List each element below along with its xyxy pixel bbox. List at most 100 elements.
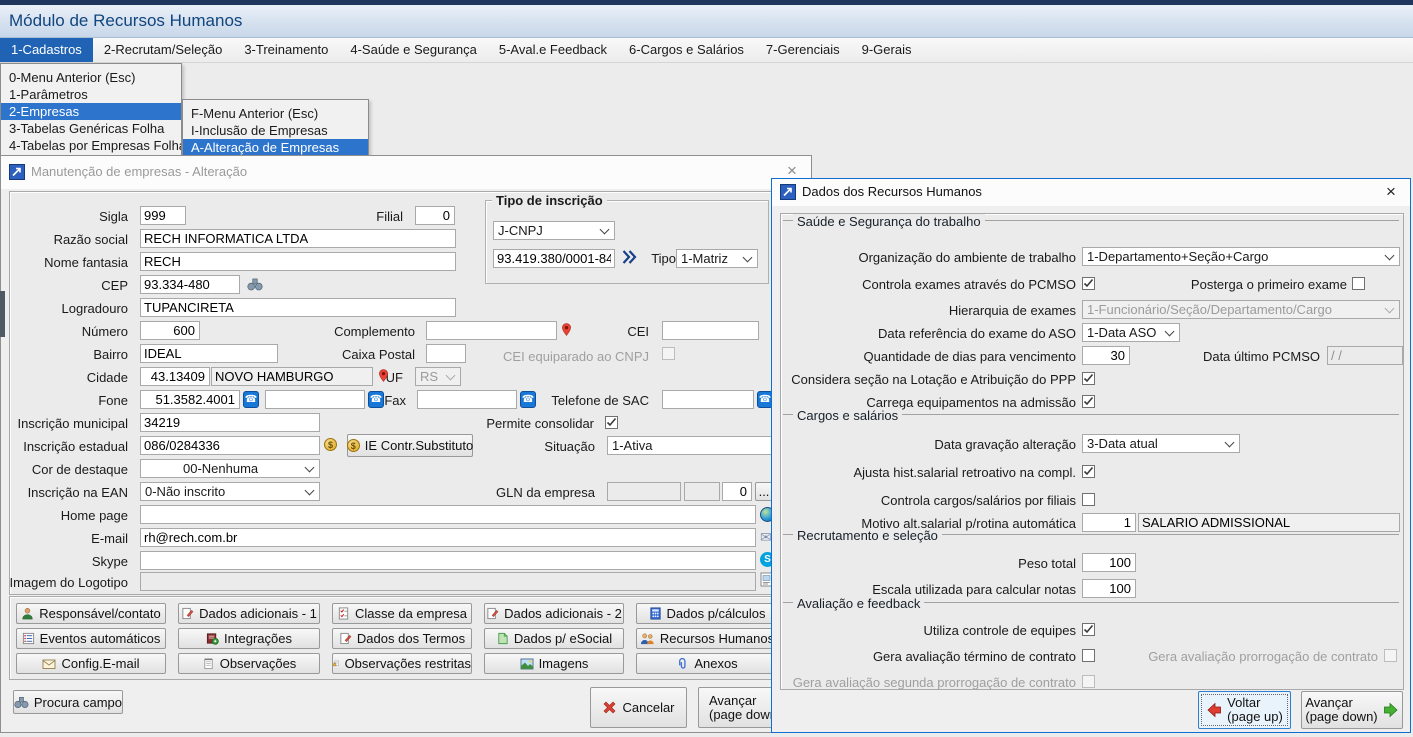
complemento-field[interactable] <box>426 321 557 340</box>
tipo-inscricao-select[interactable]: J-CNPJ <box>493 221 615 240</box>
fone2-field[interactable] <box>265 390 365 409</box>
mail-icon[interactable]: ✉ <box>760 530 772 544</box>
bairro-field[interactable] <box>140 344 278 363</box>
window-titlebar[interactable]: Módulo de Recursos Humanos <box>0 5 1413 38</box>
coin-icon[interactable]: $ <box>324 438 337 451</box>
dados-calculos-button[interactable]: Dados p/cálculos <box>636 603 778 624</box>
dados-adicionais-2-button[interactable]: Dados adicionais - 2 <box>484 603 624 624</box>
phone-dial-icon[interactable]: ☎ <box>243 391 259 408</box>
fone-field[interactable] <box>140 390 240 409</box>
imagens-button[interactable]: Imagens <box>484 653 624 674</box>
observacoes-button[interactable]: Observações <box>178 653 320 674</box>
menu-treinamento[interactable]: 3-Treinamento <box>233 38 339 62</box>
procura-campo-button[interactable]: Procura campo <box>13 690 123 714</box>
posterga-checkbox[interactable] <box>1352 277 1365 290</box>
controla-filiais-checkbox[interactable] <box>1082 493 1095 506</box>
menu-item-tabelas-genericas[interactable]: 3-Tabelas Genéricas Folha <box>1 120 181 137</box>
dialog-title: Manutenção de empresas - Alteração <box>31 156 247 188</box>
cor-destaque-select[interactable]: 00-Nenhuma <box>140 459 320 478</box>
menu-item-menu-anterior-f[interactable]: F-Menu Anterior (Esc) <box>183 105 368 122</box>
menu-gerais[interactable]: 9-Gerais <box>851 38 923 62</box>
skype-field[interactable] <box>140 551 756 570</box>
menu-cadastros[interactable]: 1-Cadastros <box>0 38 93 62</box>
tipo-matriz-select[interactable]: 1-Matriz <box>676 249 758 268</box>
menu-item-parametros[interactable]: 1-Parâmetros <box>1 86 181 103</box>
map-pin-icon[interactable] <box>561 322 572 337</box>
menu-recrutam-selecao[interactable]: 2-Recrutam/Seleção <box>93 38 234 62</box>
dados-esocial-button[interactable]: Dados p/ eSocial <box>484 628 624 649</box>
dados-adicionais-1-button[interactable]: Dados adicionais - 1 <box>178 603 320 624</box>
receita-federal-icon[interactable] <box>622 250 637 264</box>
cei-field[interactable] <box>662 321 759 340</box>
menu-gerenciais[interactable]: 7-Gerenciais <box>755 38 851 62</box>
considera-secao-checkbox[interactable] <box>1082 372 1095 385</box>
permite-consolidar-checkbox[interactable] <box>605 416 618 429</box>
cei-equiparado-checkbox <box>662 347 675 360</box>
menu-cargos-salarios[interactable]: 6-Cargos e Salários <box>618 38 755 62</box>
menu-item-inclusao-empresas[interactable]: I-Inclusão de Empresas <box>183 122 368 139</box>
cnpj-field[interactable] <box>493 249 615 268</box>
menu-panel-cadastros: 0-Menu Anterior (Esc) 1-Parâmetros 2-Emp… <box>0 63 182 156</box>
fax-field[interactable] <box>417 390 517 409</box>
dialog-titlebar[interactable]: Dados dos Recursos Humanos × <box>772 179 1410 206</box>
menu-item-alteracao-empresas[interactable]: A-Alteração de Empresas <box>183 139 368 156</box>
escala-notas-field[interactable] <box>1082 579 1136 598</box>
gln-field-3[interactable] <box>722 482 752 501</box>
binoculars-icon[interactable] <box>247 278 263 291</box>
data-gravacao-select[interactable]: 3-Data atual <box>1082 434 1240 453</box>
cidade-codigo-field[interactable] <box>140 367 210 386</box>
email-field[interactable] <box>140 528 756 547</box>
responsavel-contato-button[interactable]: Responsável/contato <box>16 603 166 624</box>
quantidade-dias-field[interactable] <box>1082 346 1130 365</box>
close-icon[interactable]: × <box>1380 181 1402 203</box>
carrega-equipamentos-checkbox[interactable] <box>1082 395 1095 408</box>
motivo-codigo-field[interactable] <box>1082 513 1136 532</box>
cep-field[interactable] <box>140 275 240 294</box>
classe-empresa-button[interactable]: Classe da empresa <box>332 603 472 624</box>
map-pin-icon[interactable] <box>378 368 389 383</box>
controla-pcmso-checkbox[interactable] <box>1082 277 1095 290</box>
integracoes-button[interactable]: Integrações <box>178 628 320 649</box>
telefone-sac-field[interactable] <box>662 390 754 409</box>
caixa-postal-field[interactable] <box>426 344 466 363</box>
avaliacao-termino-checkbox[interactable] <box>1082 649 1095 662</box>
phone-dial-icon[interactable]: ☎ <box>368 391 384 408</box>
voltar-button[interactable]: Voltar(page up) <box>1198 691 1291 729</box>
cancelar-button[interactable]: Cancelar <box>590 687 687 728</box>
menu-saude-seguranca[interactable]: 4-Saúde e Segurança <box>339 38 487 62</box>
nome-fantasia-label: Nome fantasia <box>44 254 128 271</box>
razao-social-field[interactable] <box>140 229 456 248</box>
ie-contr-substituto-button[interactable]: $ IE Contr.Substituto <box>347 434 473 457</box>
home-page-field[interactable] <box>140 505 756 524</box>
inscricao-ean-select[interactable]: 0-Não inscrito <box>140 482 320 501</box>
ajusta-historico-checkbox[interactable] <box>1082 465 1095 478</box>
logradouro-label: Logradouro <box>62 300 129 317</box>
menu-item-menu-anterior[interactable]: 0-Menu Anterior (Esc) <box>1 69 181 86</box>
recursos-humanos-button[interactable]: Recursos Humanos <box>636 628 778 649</box>
logradouro-field[interactable] <box>140 298 456 317</box>
phone-dial-icon[interactable]: ☎ <box>520 391 536 408</box>
cidade-label: Cidade <box>87 369 128 386</box>
dados-termos-button[interactable]: Dados dos Termos <box>332 628 472 649</box>
inscricao-estadual-field[interactable] <box>140 436 320 455</box>
anexos-button[interactable]: Anexos <box>636 653 778 674</box>
controle-equipes-checkbox[interactable] <box>1082 623 1095 636</box>
filial-field[interactable] <box>415 206 455 225</box>
inscricao-municipal-field[interactable] <box>140 413 320 432</box>
avancar-button[interactable]: Avançar(page down) <box>1301 691 1403 729</box>
nome-fantasia-field[interactable] <box>140 252 456 271</box>
organizacao-select[interactable]: 1-Departamento+Seção+Cargo <box>1082 247 1400 266</box>
menu-item-tabelas-por-empresas[interactable]: 4-Tabelas por Empresas Folha <box>1 137 181 154</box>
observacoes-restritas-button[interactable]: Observações restritas <box>332 653 472 674</box>
peso-total-field[interactable] <box>1082 553 1136 572</box>
eventos-automaticos-button[interactable]: Eventos automáticos <box>16 628 166 649</box>
data-referencia-select[interactable]: 1-Data ASO <box>1082 323 1180 342</box>
dialog-title: Dados dos Recursos Humanos <box>802 179 982 205</box>
menu-item-empresas[interactable]: 2-Empresas <box>1 103 181 120</box>
sigla-field[interactable] <box>140 206 186 225</box>
numero-field[interactable] <box>140 321 200 340</box>
dialog-titlebar[interactable]: Manutenção de empresas - Alteração × <box>1 156 811 189</box>
integrations-icon <box>206 632 219 645</box>
config-email-button[interactable]: Config.E-mail <box>16 653 166 674</box>
menu-aval-feedback[interactable]: 5-Aval.e Feedback <box>488 38 618 62</box>
